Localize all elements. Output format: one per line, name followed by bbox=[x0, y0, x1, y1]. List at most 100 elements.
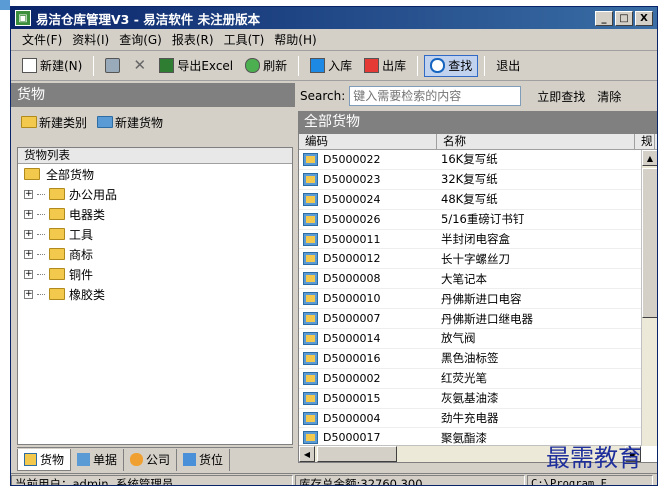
column-name[interactable]: 名称 bbox=[437, 134, 635, 149]
tree-root-all-goods[interactable]: 全部货物 bbox=[18, 164, 292, 184]
goods-grid: 编码 名称 规 D5000022 16K复写纸 D5000023 32K复写纸 D500… bbox=[298, 133, 657, 463]
goods-icon bbox=[97, 116, 114, 128]
menu-query[interactable]: 查询(G) bbox=[114, 31, 167, 48]
table-row[interactable]: D5000011 半封闭电容盒 bbox=[299, 230, 641, 250]
folder-icon bbox=[21, 116, 37, 128]
tab-company[interactable]: 公司 bbox=[124, 448, 178, 471]
code-text: D5000008 bbox=[323, 272, 381, 286]
outbound-label: 出库 bbox=[382, 59, 407, 73]
cell-name: 劲牛充电器 bbox=[441, 411, 499, 426]
delete-button[interactable]: ✕ bbox=[127, 55, 152, 77]
goods-item-icon bbox=[303, 431, 318, 445]
table-row[interactable]: D5000022 16K复写纸 bbox=[299, 150, 641, 170]
new-goods-label: 新建货物 bbox=[115, 115, 164, 130]
new-document-icon bbox=[22, 58, 37, 73]
table-row[interactable]: D5000012 长十字螺丝刀 bbox=[299, 249, 641, 270]
menu-data[interactable]: 资料(I) bbox=[67, 31, 114, 48]
tree-item-tools[interactable]: + 工具 bbox=[18, 224, 292, 244]
scroll-up-icon[interactable]: ▲ bbox=[642, 150, 657, 166]
goods-item-icon bbox=[303, 152, 318, 166]
search-bar: Search: 立即查找 清除 bbox=[298, 83, 657, 109]
table-row[interactable]: D5000015 灰氨基油漆 bbox=[299, 389, 641, 409]
scroll-thumb[interactable] bbox=[642, 168, 657, 318]
inbound-button[interactable]: 入库 bbox=[305, 55, 357, 77]
maximize-button[interactable]: □ bbox=[615, 10, 633, 26]
menu-help[interactable]: 帮助(H) bbox=[269, 31, 321, 48]
new-button[interactable]: 新建(N) bbox=[17, 55, 87, 77]
scroll-thumb-horizontal[interactable] bbox=[317, 446, 397, 462]
tab-goods[interactable]: 货物 bbox=[17, 448, 72, 471]
expand-plus-icon[interactable]: + bbox=[24, 189, 33, 199]
tab-goods-label: 货物 bbox=[40, 452, 65, 467]
scroll-left-icon[interactable]: ◀ bbox=[299, 446, 315, 462]
list-header: 全部货物 bbox=[298, 111, 657, 133]
tree-item-trademark[interactable]: + 商标 bbox=[18, 244, 292, 264]
goods-item-icon bbox=[303, 371, 318, 385]
table-row[interactable]: D5000004 劲牛充电器 bbox=[299, 409, 641, 429]
clear-button[interactable]: 清除 bbox=[593, 88, 625, 105]
tree-item-rubber[interactable]: + 橡胶类 bbox=[18, 284, 292, 304]
table-row[interactable]: D5000010 丹佛斯进口电容 bbox=[299, 289, 641, 310]
tree-root-label: 全部货物 bbox=[46, 167, 95, 182]
code-text: D5000004 bbox=[323, 411, 381, 425]
code-text: D5000017 bbox=[323, 431, 381, 445]
tree-connector bbox=[37, 233, 45, 235]
tab-documents[interactable]: 单据 bbox=[71, 448, 125, 471]
shelf-icon bbox=[183, 453, 197, 466]
code-text: D5000014 bbox=[323, 331, 381, 345]
minimize-button[interactable]: _ bbox=[595, 10, 613, 26]
new-category-label: 新建类别 bbox=[39, 115, 88, 130]
menu-file[interactable]: 文件(F) bbox=[17, 31, 67, 48]
table-row[interactable]: D5000026 5/16重磅订书钉 bbox=[299, 210, 641, 230]
table-row[interactable]: D5000024 48K复写纸 bbox=[299, 190, 641, 210]
table-row[interactable]: D5000023 32K复写纸 bbox=[299, 170, 641, 190]
goods-item-icon bbox=[303, 331, 318, 345]
folder-icon bbox=[49, 268, 65, 280]
tree-item-electrical[interactable]: + 电器类 bbox=[18, 204, 292, 224]
print-button[interactable] bbox=[100, 55, 125, 77]
table-row[interactable]: D5000007 丹佛斯进口继电器 bbox=[299, 309, 641, 330]
table-row[interactable]: D5000008 大笔记本 bbox=[299, 269, 641, 290]
table-row[interactable]: D5000014 放气阀 bbox=[299, 329, 641, 349]
expand-plus-icon[interactable]: + bbox=[24, 249, 33, 259]
menu-report[interactable]: 报表(R) bbox=[167, 31, 219, 48]
goods-item-icon bbox=[303, 192, 318, 206]
new-goods-button[interactable]: 新建货物 bbox=[97, 114, 163, 131]
code-text: D5000010 bbox=[323, 292, 381, 306]
search-now-button[interactable]: 立即查找 bbox=[533, 88, 589, 105]
column-code[interactable]: 编码 bbox=[299, 134, 437, 149]
status-current-user: 当前用户：admin, 系统管理员 bbox=[11, 474, 293, 485]
tree-connector bbox=[37, 273, 45, 275]
expand-plus-icon[interactable]: + bbox=[24, 289, 33, 299]
find-button[interactable]: 查找 bbox=[424, 54, 479, 77]
goods-pane-header: 货物 bbox=[11, 83, 295, 107]
code-text: D5000002 bbox=[323, 371, 381, 385]
title-bar: ▣ 易洁仓库管理V3 - 易洁软件 未注册版本 _ □ X bbox=[11, 7, 657, 29]
export-excel-button[interactable]: 导出Excel bbox=[154, 55, 238, 77]
close-button[interactable]: X bbox=[635, 10, 653, 26]
cell-code: D5000007 bbox=[299, 312, 437, 326]
outbound-button[interactable]: 出库 bbox=[359, 55, 411, 77]
expand-plus-icon[interactable]: + bbox=[24, 209, 33, 219]
tab-location[interactable]: 货位 bbox=[177, 448, 231, 471]
tree-item-copper[interactable]: + 铜件 bbox=[18, 264, 292, 284]
export-excel-label: 导出Excel bbox=[177, 59, 234, 73]
table-row[interactable]: D5000016 黑色油标签 bbox=[299, 349, 641, 369]
vertical-scrollbar[interactable]: ▲ bbox=[641, 150, 657, 446]
cell-name: 5/16重磅订书钉 bbox=[441, 212, 525, 227]
exit-button[interactable]: 退出 bbox=[491, 55, 525, 77]
watermark-logo: 最需教育 bbox=[546, 444, 642, 472]
search-input[interactable] bbox=[349, 86, 522, 106]
expand-plus-icon[interactable]: + bbox=[24, 269, 33, 279]
tree-item-office[interactable]: + 办公用品 bbox=[18, 184, 292, 204]
goods-item-icon bbox=[303, 212, 318, 226]
table-row[interactable]: D5000002 红荧光笔 bbox=[299, 369, 641, 389]
column-spec[interactable]: 规 bbox=[635, 134, 655, 149]
new-button-label: 新建(N) bbox=[40, 59, 83, 73]
new-category-button[interactable]: 新建类别 bbox=[21, 114, 87, 131]
cell-code: D5000026 bbox=[299, 212, 437, 226]
tree-header: 货物列表 bbox=[18, 148, 292, 164]
menu-tools[interactable]: 工具(T) bbox=[219, 31, 270, 48]
expand-plus-icon[interactable]: + bbox=[24, 229, 33, 239]
refresh-button[interactable]: 刷新 bbox=[240, 55, 292, 77]
